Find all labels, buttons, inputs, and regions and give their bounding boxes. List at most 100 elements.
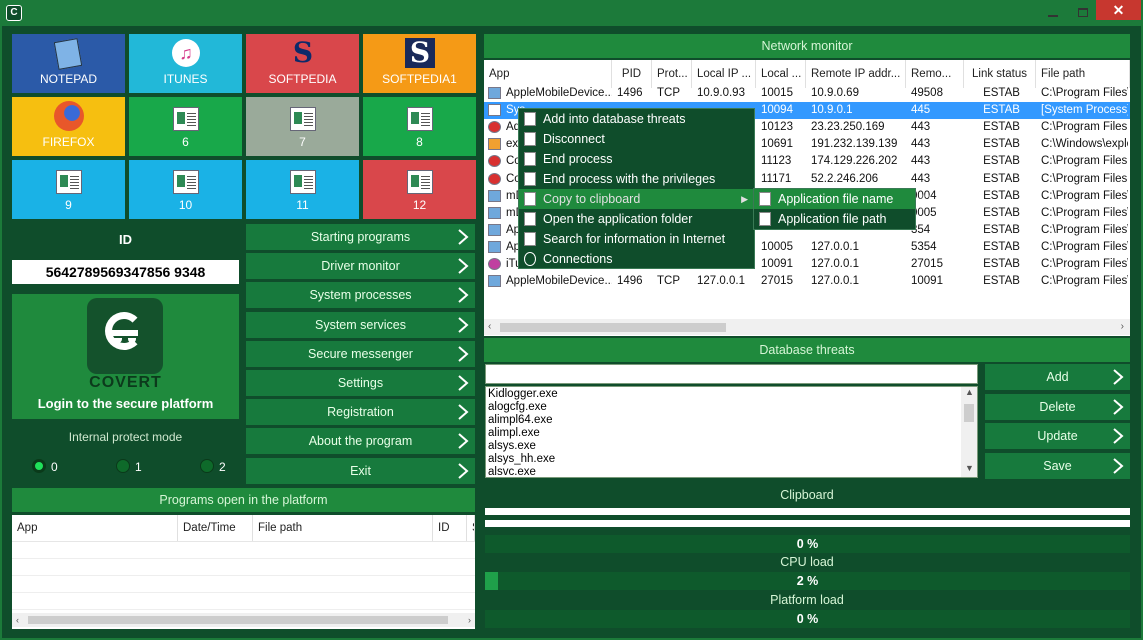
protect-mode-radio-0[interactable] [32,459,46,473]
menu-starting-programs[interactable]: Starting programs [246,224,475,250]
network-cell: ESTAB [983,275,1020,288]
network-cell: 10123 [761,121,793,134]
network-row[interactable]: AppleMobileDevice... 1496 TCP 10.9.0.93 1001… [484,85,1130,102]
menu-registration[interactable]: Registration [246,399,475,426]
programs-column-header[interactable]: S [467,515,475,541]
network-column-header[interactable]: Prot... [652,60,692,88]
app-window-icon [406,107,433,131]
minimize-icon[interactable] [1040,4,1066,22]
programs-column-header[interactable]: Date/Time [178,515,253,541]
tile-2[interactable]: ♫ ITUNES [129,34,242,93]
app-icon [488,138,501,151]
protect-mode-radio-2[interactable] [200,459,214,473]
id-value[interactable]: 5642789569347856 9348 [12,260,239,284]
db-add-button[interactable]: Add [985,364,1130,390]
tile-11[interactable]: 11 [246,160,359,219]
threat-list-item[interactable]: alogcfg.exe [488,401,558,414]
network-column-header[interactable]: Local ... [756,60,806,88]
tile-6[interactable]: 6 [129,97,242,156]
menu-driver-monitor[interactable]: Driver monitor [246,253,475,280]
context-menu-label: Search for information in Internet [543,232,726,246]
context-menu-item[interactable]: Search for information in Internet [519,229,754,249]
menu-system-services[interactable]: System services [246,311,475,338]
network-cell: C:\Program Files (x [1041,121,1128,134]
tile-10[interactable]: 10 [129,160,242,219]
context-menu-item[interactable]: Open the application folder [519,209,754,229]
clipboard-title: Clipboard [780,488,834,502]
network-column-header[interactable]: Link status [964,60,1036,88]
db-update-button[interactable]: Update [985,423,1130,449]
context-submenu-item[interactable]: Application file path [754,209,915,229]
context-submenu-item[interactable]: Application file name [754,189,915,209]
network-cell: 127.0.0.1 [811,258,859,270]
network-cell: 127.0.0.1 [697,275,745,288]
menu-exit[interactable]: Exit [246,457,475,484]
network-cell: TCP [657,275,680,288]
softpedia-icon: S [405,38,435,68]
app-icon [488,87,501,99]
tile-12[interactable]: 12 [363,160,476,219]
app-icon [488,155,501,168]
context-menu-item[interactable]: Add into database threats [519,109,754,129]
context-menu-item[interactable]: Copy to clipboard ▶ [519,189,754,209]
id-label: ID [119,232,132,247]
network-column-header[interactable]: PID [612,60,652,88]
clipboard-percent: 0 % [796,537,819,551]
menu-settings[interactable]: Settings [246,370,475,396]
threat-list-item[interactable]: alsvc.exe [488,466,558,477]
network-column-header[interactable]: App [484,60,612,88]
programs-column-header[interactable]: ID [433,515,467,541]
context-menu-item[interactable]: End process with the privileges [519,169,754,189]
tile-3[interactable]: S SOFTPEDIA [246,34,359,93]
network-cell: 10005 [761,240,793,253]
threat-list-scrollbar[interactable]: ▲ ▼ [961,387,977,477]
network-cell: 354 [911,223,931,236]
network-cell: 11123 [761,155,792,168]
document-icon [524,112,536,126]
network-cell: 10.9.0.93 [697,87,745,99]
context-menu-item[interactable]: End process [519,149,754,169]
tile-9[interactable]: 9 [12,160,125,219]
tile-8[interactable]: 8 [363,97,476,156]
app-icon [488,223,501,236]
maximize-icon[interactable] [1070,4,1096,22]
db-save-button[interactable]: Save [985,452,1130,479]
menu-system-processes[interactable]: System processes [246,282,475,309]
network-column-header[interactable]: Local IP ... [692,60,756,88]
threat-list-item[interactable]: alimpl.exe [488,427,558,440]
programs-column-header[interactable]: File path [253,515,433,541]
threat-search-input[interactable] [485,364,978,384]
db-delete-button[interactable]: Delete [985,393,1130,420]
brand-panel[interactable]: COVERT Login to the secure platform [12,294,239,419]
network-cell: ESTAB [983,240,1020,253]
context-menu-item[interactable]: Disconnect [519,129,754,149]
network-horizontal-scrollbar[interactable]: ‹ › [484,319,1130,335]
menu-secure-messenger[interactable]: Secure messenger [246,340,475,367]
programs-column-header[interactable]: App [12,515,178,541]
chevron-right-icon [456,257,470,275]
network-column-header[interactable]: File path [1036,60,1130,88]
chevron-right-icon [456,432,470,450]
threat-list-item[interactable]: Kidlogger.exe [488,388,558,401]
chevron-right-icon [456,316,470,334]
threat-list-item[interactable]: alimpl64.exe [488,414,558,427]
network-column-header[interactable]: Remote IP addr... [806,60,906,88]
threat-list-item[interactable]: alsys_hh.exe [488,453,558,466]
tile-4[interactable]: S SOFTPEDIA1 [363,34,476,93]
menu-about-the-program[interactable]: About the program [246,428,475,455]
platform-load-progress: 0 % [485,610,1130,628]
threat-list-item[interactable]: alsys.exe [488,440,558,453]
tile-label: SOFTPEDIA [268,72,337,86]
network-column-header[interactable]: Remo... [906,60,964,88]
tile-1[interactable]: NOTEPAD [12,34,125,93]
close-icon[interactable]: ✕ [1096,0,1141,20]
tile-5[interactable]: FIREFOX [12,97,125,156]
context-submenu: Application file name Application file pa… [753,188,916,230]
app-window-icon [172,170,199,194]
protect-mode-radio-1[interactable] [116,459,130,473]
tile-7[interactable]: 7 [246,97,359,156]
app-icon [488,172,501,185]
programs-horizontal-scrollbar[interactable]: ‹ › [12,613,475,627]
context-menu-item[interactable]: Connections [519,249,754,269]
network-row[interactable]: AppleMobileDevice... 1496 TCP 127.0.0.1 2701… [484,273,1130,290]
